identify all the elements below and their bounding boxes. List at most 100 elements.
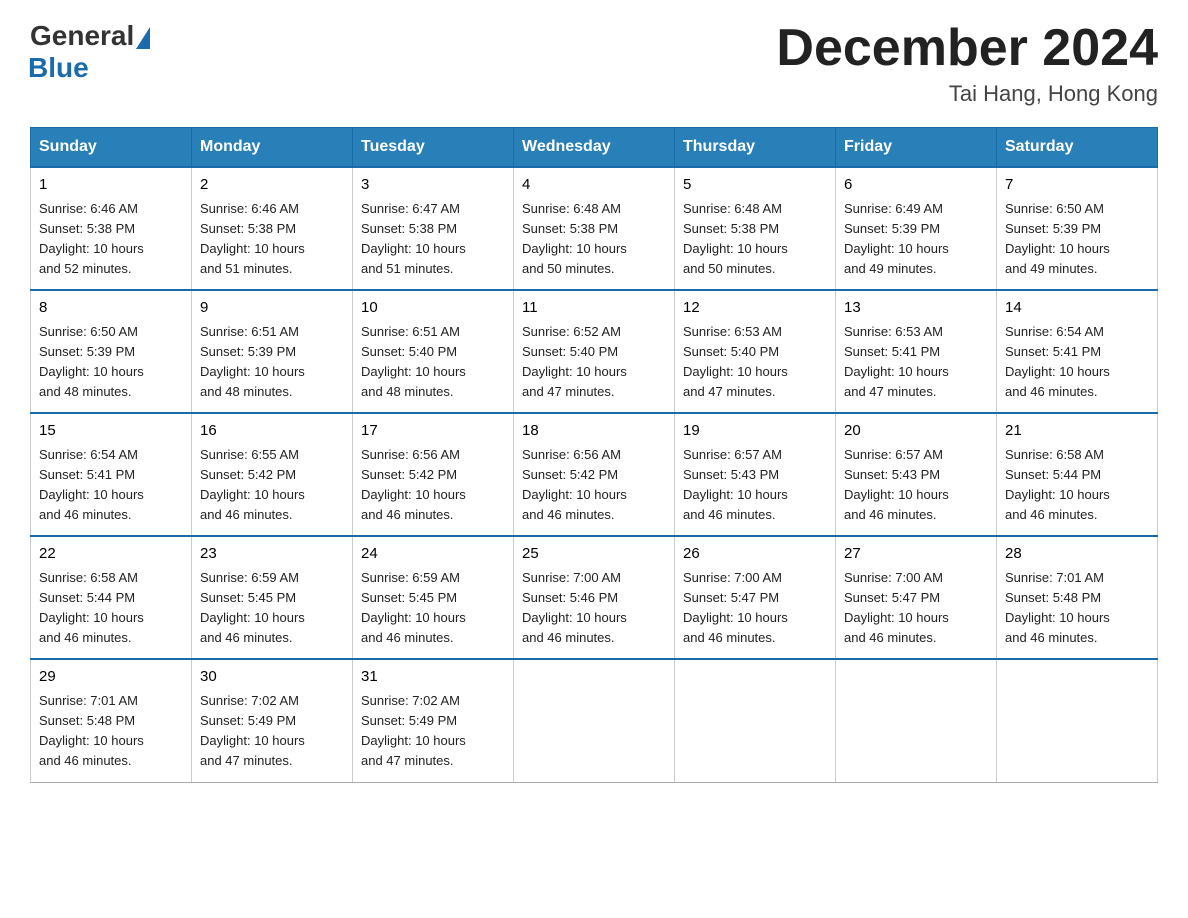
table-row: 27Sunrise: 7:00 AMSunset: 5:47 PMDayligh… <box>836 536 997 659</box>
table-row: 28Sunrise: 7:01 AMSunset: 5:48 PMDayligh… <box>997 536 1158 659</box>
table-row: 6Sunrise: 6:49 AMSunset: 5:39 PMDaylight… <box>836 167 997 290</box>
day-info: Sunrise: 6:52 AMSunset: 5:40 PMDaylight:… <box>522 322 666 403</box>
day-number: 20 <box>844 420 988 443</box>
table-row <box>997 659 1158 782</box>
day-number: 4 <box>522 174 666 197</box>
day-number: 9 <box>200 297 344 320</box>
day-number: 23 <box>200 543 344 566</box>
day-number: 7 <box>1005 174 1149 197</box>
day-info: Sunrise: 6:56 AMSunset: 5:42 PMDaylight:… <box>361 445 505 526</box>
table-row <box>675 659 836 782</box>
calendar-week-row: 1 Sunrise: 6:46 AMSunset: 5:38 PMDaylight… <box>31 167 1158 290</box>
table-row: 1Sunrise: 6:46 AMSunset: 5:38 PMDaylight… <box>31 167 192 290</box>
table-row: 7Sunrise: 6:50 AMSunset: 5:39 PMDaylight… <box>997 167 1158 290</box>
table-row: 17Sunrise: 6:56 AMSunset: 5:42 PMDayligh… <box>353 413 514 536</box>
day-info: Sunrise: 7:00 AMSunset: 5:47 PMDaylight:… <box>844 568 988 649</box>
logo: General Blue <box>30 20 150 84</box>
table-row: 30Sunrise: 7:02 AMSunset: 5:49 PMDayligh… <box>192 659 353 782</box>
day-number: 2 <box>200 174 344 197</box>
calendar-header-monday: Monday <box>192 128 353 168</box>
day-info: Sunrise: 7:02 AMSunset: 5:49 PMDaylight:… <box>361 691 505 772</box>
day-number: 5 <box>683 174 827 197</box>
calendar-week-row: 15Sunrise: 6:54 AMSunset: 5:41 PMDayligh… <box>31 413 1158 536</box>
calendar-table: SundayMondayTuesdayWednesdayThursdayFrid… <box>30 127 1158 782</box>
day-number: 12 <box>683 297 827 320</box>
table-row: 25Sunrise: 7:00 AMSunset: 5:46 PMDayligh… <box>514 536 675 659</box>
table-row: 10Sunrise: 6:51 AMSunset: 5:40 PMDayligh… <box>353 290 514 413</box>
location-title: Tai Hang, Hong Kong <box>776 81 1158 107</box>
table-row: 23Sunrise: 6:59 AMSunset: 5:45 PMDayligh… <box>192 536 353 659</box>
table-row: 11Sunrise: 6:52 AMSunset: 5:40 PMDayligh… <box>514 290 675 413</box>
title-section: December 2024 Tai Hang, Hong Kong <box>776 20 1158 107</box>
day-number: 16 <box>200 420 344 443</box>
calendar-header-tuesday: Tuesday <box>353 128 514 168</box>
day-number: 1 <box>39 174 183 197</box>
day-number: 13 <box>844 297 988 320</box>
table-row: 5Sunrise: 6:48 AMSunset: 5:38 PMDaylight… <box>675 167 836 290</box>
calendar-week-row: 22Sunrise: 6:58 AMSunset: 5:44 PMDayligh… <box>31 536 1158 659</box>
day-info: Sunrise: 6:49 AMSunset: 5:39 PMDaylight:… <box>844 199 988 280</box>
day-info: Sunrise: 6:56 AMSunset: 5:42 PMDaylight:… <box>522 445 666 526</box>
day-number: 21 <box>1005 420 1149 443</box>
day-number: 19 <box>683 420 827 443</box>
calendar-header-thursday: Thursday <box>675 128 836 168</box>
day-info: Sunrise: 6:59 AMSunset: 5:45 PMDaylight:… <box>200 568 344 649</box>
table-row: 4Sunrise: 6:48 AMSunset: 5:38 PMDaylight… <box>514 167 675 290</box>
table-row: 15Sunrise: 6:54 AMSunset: 5:41 PMDayligh… <box>31 413 192 536</box>
day-info: Sunrise: 6:53 AMSunset: 5:41 PMDaylight:… <box>844 322 988 403</box>
table-row: 18Sunrise: 6:56 AMSunset: 5:42 PMDayligh… <box>514 413 675 536</box>
day-number: 11 <box>522 297 666 320</box>
day-info: Sunrise: 6:54 AMSunset: 5:41 PMDaylight:… <box>39 445 183 526</box>
table-row: 13Sunrise: 6:53 AMSunset: 5:41 PMDayligh… <box>836 290 997 413</box>
table-row: 21Sunrise: 6:58 AMSunset: 5:44 PMDayligh… <box>997 413 1158 536</box>
day-number: 8 <box>39 297 183 320</box>
day-number: 17 <box>361 420 505 443</box>
day-info: Sunrise: 6:59 AMSunset: 5:45 PMDaylight:… <box>361 568 505 649</box>
logo-general-text: General <box>30 20 134 52</box>
calendar-header-wednesday: Wednesday <box>514 128 675 168</box>
table-row: 26Sunrise: 7:00 AMSunset: 5:47 PMDayligh… <box>675 536 836 659</box>
day-info: Sunrise: 6:53 AMSunset: 5:40 PMDaylight:… <box>683 322 827 403</box>
day-info: Sunrise: 6:50 AMSunset: 5:39 PMDaylight:… <box>1005 199 1149 280</box>
table-row: 3Sunrise: 6:47 AMSunset: 5:38 PMDaylight… <box>353 167 514 290</box>
day-number: 24 <box>361 543 505 566</box>
day-number: 10 <box>361 297 505 320</box>
calendar-week-row: 8Sunrise: 6:50 AMSunset: 5:39 PMDaylight… <box>31 290 1158 413</box>
table-row: 22Sunrise: 6:58 AMSunset: 5:44 PMDayligh… <box>31 536 192 659</box>
table-row: 31Sunrise: 7:02 AMSunset: 5:49 PMDayligh… <box>353 659 514 782</box>
day-info: Sunrise: 6:57 AMSunset: 5:43 PMDaylight:… <box>683 445 827 526</box>
day-number: 28 <box>1005 543 1149 566</box>
day-info: Sunrise: 6:48 AMSunset: 5:38 PMDaylight:… <box>522 199 666 280</box>
day-number: 14 <box>1005 297 1149 320</box>
table-row: 8Sunrise: 6:50 AMSunset: 5:39 PMDaylight… <box>31 290 192 413</box>
calendar-header-row: SundayMondayTuesdayWednesdayThursdayFrid… <box>31 128 1158 168</box>
day-info: Sunrise: 6:58 AMSunset: 5:44 PMDaylight:… <box>1005 445 1149 526</box>
day-info: Sunrise: 7:00 AMSunset: 5:47 PMDaylight:… <box>683 568 827 649</box>
day-info: Sunrise: 6:47 AMSunset: 5:38 PMDaylight:… <box>361 199 505 280</box>
day-info: Sunrise: 6:48 AMSunset: 5:38 PMDaylight:… <box>683 199 827 280</box>
table-row: 2Sunrise: 6:46 AMSunset: 5:38 PMDaylight… <box>192 167 353 290</box>
day-info: Sunrise: 7:01 AMSunset: 5:48 PMDaylight:… <box>39 691 183 772</box>
day-number: 25 <box>522 543 666 566</box>
table-row: 29Sunrise: 7:01 AMSunset: 5:48 PMDayligh… <box>31 659 192 782</box>
calendar-header-friday: Friday <box>836 128 997 168</box>
logo-blue-text: Blue <box>28 52 89 84</box>
table-row: 9Sunrise: 6:51 AMSunset: 5:39 PMDaylight… <box>192 290 353 413</box>
logo-triangle-icon <box>136 27 150 49</box>
day-info: Sunrise: 6:46 AMSunset: 5:38 PMDaylight:… <box>200 199 344 280</box>
day-number: 31 <box>361 666 505 689</box>
table-row: 19Sunrise: 6:57 AMSunset: 5:43 PMDayligh… <box>675 413 836 536</box>
day-info: Sunrise: 6:51 AMSunset: 5:40 PMDaylight:… <box>361 322 505 403</box>
table-row <box>836 659 997 782</box>
day-number: 29 <box>39 666 183 689</box>
day-number: 22 <box>39 543 183 566</box>
table-row <box>514 659 675 782</box>
table-row: 12Sunrise: 6:53 AMSunset: 5:40 PMDayligh… <box>675 290 836 413</box>
calendar-header-saturday: Saturday <box>997 128 1158 168</box>
page-header: General Blue December 2024 Tai Hang, Hon… <box>30 20 1158 107</box>
day-number: 30 <box>200 666 344 689</box>
table-row: 24Sunrise: 6:59 AMSunset: 5:45 PMDayligh… <box>353 536 514 659</box>
day-info: Sunrise: 6:50 AMSunset: 5:39 PMDaylight:… <box>39 322 183 403</box>
month-title: December 2024 <box>776 20 1158 77</box>
day-number: 18 <box>522 420 666 443</box>
